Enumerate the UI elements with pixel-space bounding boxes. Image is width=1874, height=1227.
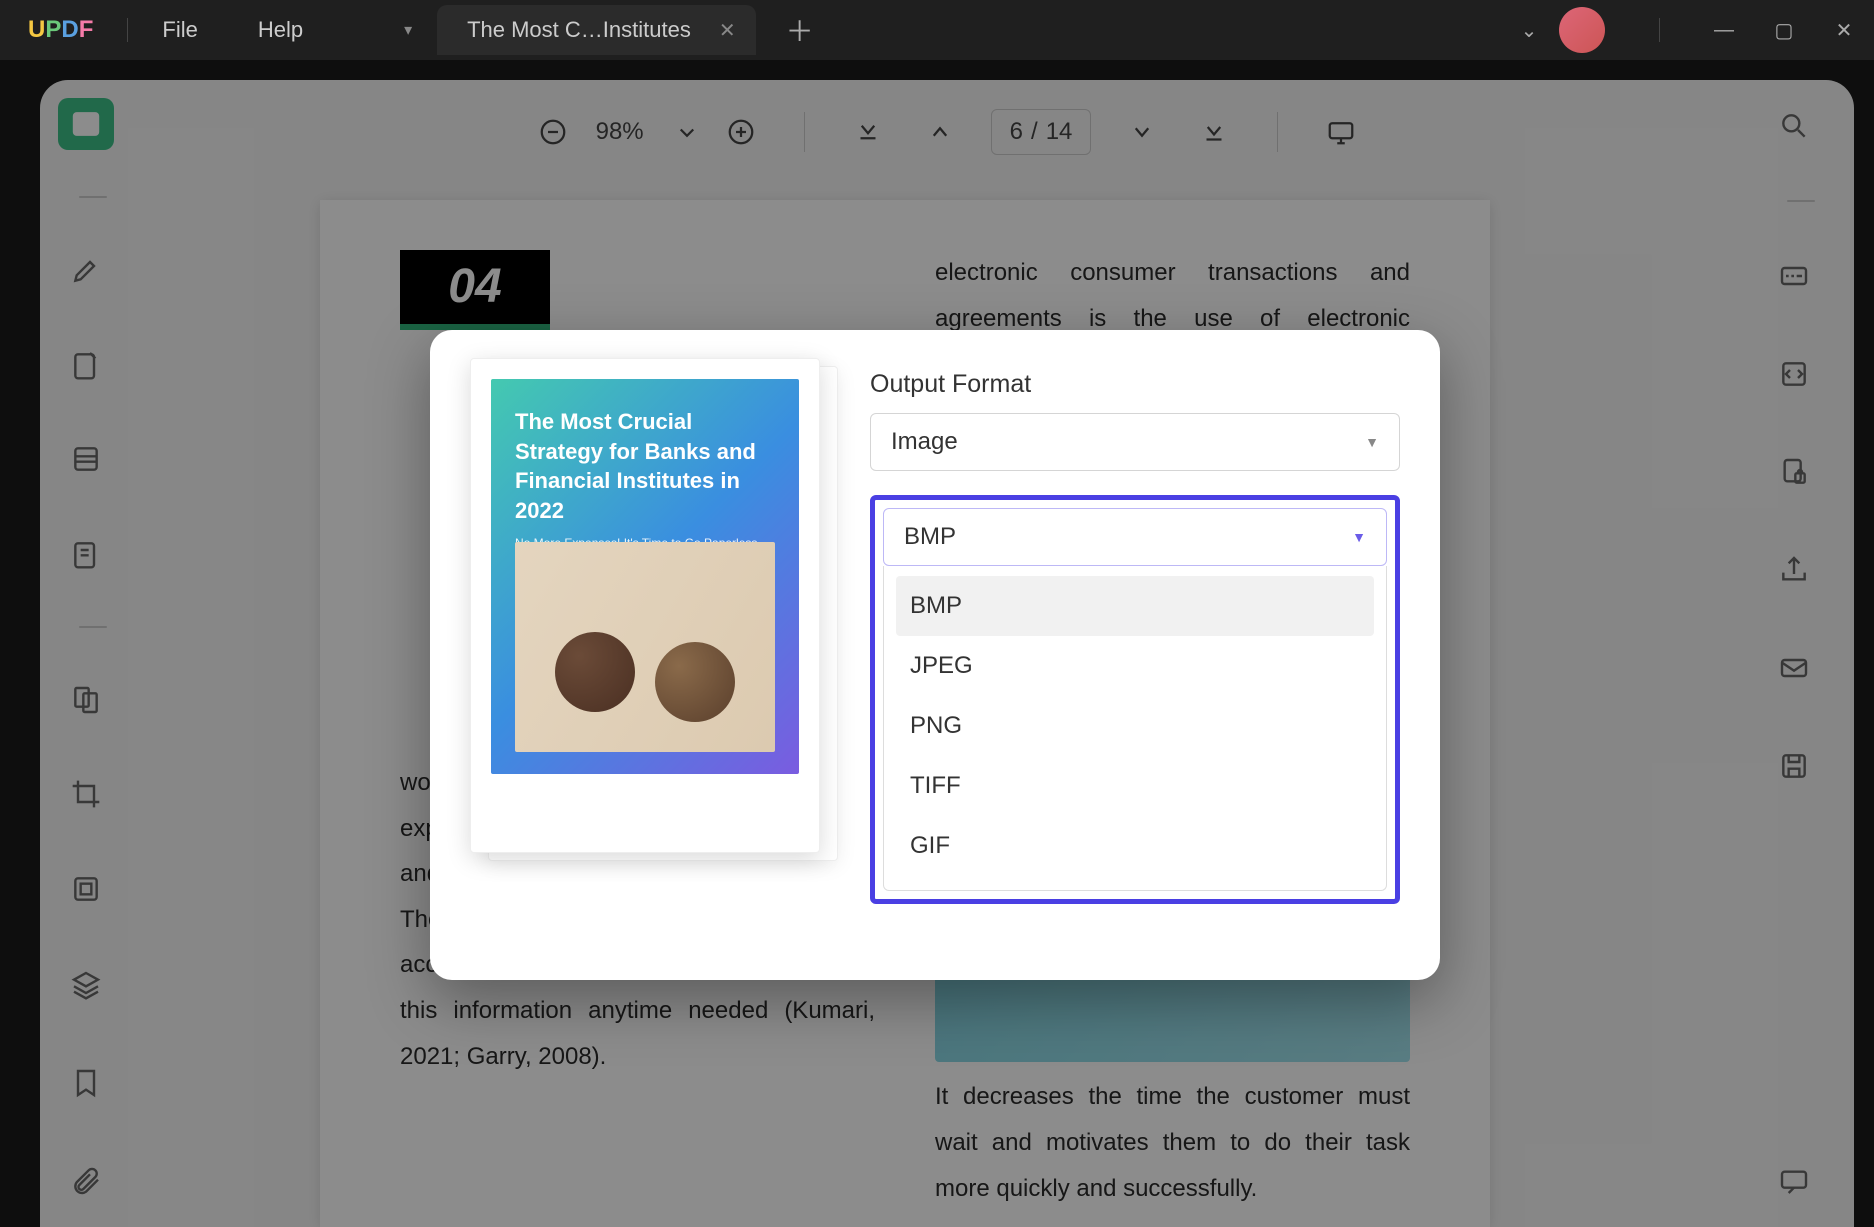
- image-type-dropdown: BMP JPEG PNG TIFF GIF: [883, 566, 1387, 891]
- option-jpeg[interactable]: JPEG: [896, 636, 1374, 696]
- window-minimize-button[interactable]: —: [1694, 10, 1754, 50]
- tool-annotate[interactable]: [58, 339, 114, 391]
- image-type-value: BMP: [904, 523, 956, 551]
- protect-icon[interactable]: [1766, 444, 1822, 500]
- separator: [79, 626, 107, 628]
- page-indicator[interactable]: 6 / 14: [991, 109, 1092, 155]
- image-type-select[interactable]: BMP ▼: [883, 508, 1387, 566]
- user-avatar[interactable]: [1559, 7, 1605, 53]
- menu-file[interactable]: File: [162, 17, 197, 43]
- document-tab[interactable]: The Most C…Institutes ✕: [437, 5, 756, 55]
- search-icon[interactable]: [1766, 98, 1822, 154]
- separator: [79, 196, 107, 198]
- page-sep: /: [1031, 118, 1038, 146]
- share-icon[interactable]: [1766, 542, 1822, 598]
- save-icon[interactable]: [1766, 738, 1822, 794]
- convert-icon[interactable]: [1766, 346, 1822, 402]
- tool-compress-icon[interactable]: [58, 863, 114, 915]
- tool-bookmark-icon[interactable]: [58, 1055, 114, 1111]
- tool-reader[interactable]: [58, 98, 114, 150]
- tab-list-dropdown[interactable]: ▾: [393, 10, 423, 50]
- prev-page-button[interactable]: [919, 111, 961, 153]
- tool-highlight[interactable]: [58, 244, 114, 296]
- separator: [1787, 200, 1815, 202]
- zoom-value: 98%: [596, 118, 644, 146]
- option-bmp[interactable]: BMP: [896, 576, 1374, 636]
- tool-layers-icon[interactable]: [58, 957, 114, 1013]
- page-current: 6: [1010, 118, 1023, 146]
- first-page-button[interactable]: [847, 111, 889, 153]
- zoom-in-button[interactable]: [720, 111, 762, 153]
- divider: [804, 112, 805, 152]
- option-png[interactable]: PNG: [896, 696, 1374, 756]
- presentation-icon[interactable]: [1320, 111, 1362, 153]
- comments-icon[interactable]: [1766, 1153, 1822, 1209]
- divider: [1277, 112, 1278, 152]
- caret-down-icon: ▼: [1352, 529, 1366, 545]
- output-format-label: Output Format: [870, 370, 1400, 399]
- export-dialog: The Most Crucial Strategy for Banks and …: [430, 330, 1440, 980]
- section-number: 04: [400, 250, 550, 330]
- tool-attachment-icon[interactable]: [58, 1153, 114, 1209]
- highlight-box: BMP ▼ BMP JPEG PNG TIFF GIF: [870, 495, 1400, 904]
- tool-page-view[interactable]: [58, 433, 114, 485]
- zoom-dropdown[interactable]: [666, 111, 708, 153]
- window-close-button[interactable]: ✕: [1814, 10, 1874, 50]
- cover-title: The Most Crucial Strategy for Banks and …: [515, 407, 775, 526]
- tool-organize-icon[interactable]: [58, 674, 114, 726]
- output-format-value: Image: [891, 428, 958, 456]
- cover-photo: [515, 542, 775, 752]
- tool-form[interactable]: [58, 528, 114, 580]
- doc-text: It decreases the time the customer must …: [935, 1074, 1410, 1211]
- export-preview: The Most Crucial Strategy for Banks and …: [470, 370, 830, 870]
- chevron-down-icon[interactable]: ⌄: [1499, 10, 1559, 50]
- mail-icon[interactable]: [1766, 640, 1822, 696]
- new-tab-button[interactable]: ＋: [786, 10, 814, 50]
- tab-close-icon[interactable]: ✕: [719, 18, 736, 43]
- tool-crop-icon[interactable]: [58, 768, 114, 820]
- output-format-select[interactable]: Image ▼: [870, 413, 1400, 471]
- option-tiff[interactable]: TIFF: [896, 756, 1374, 816]
- last-page-button[interactable]: [1193, 111, 1235, 153]
- ocr-icon[interactable]: [1766, 248, 1822, 304]
- tab-title: The Most C…Institutes: [467, 17, 691, 43]
- next-page-button[interactable]: [1121, 111, 1163, 153]
- caret-down-icon: ▼: [1365, 434, 1379, 450]
- zoom-out-button[interactable]: [532, 111, 574, 153]
- divider: [127, 18, 128, 42]
- app-logo: UPDF: [28, 16, 93, 44]
- window-maximize-button[interactable]: ▢: [1754, 10, 1814, 50]
- option-gif[interactable]: GIF: [896, 816, 1374, 876]
- divider: [1659, 18, 1660, 42]
- menu-help[interactable]: Help: [258, 17, 303, 43]
- page-total: 14: [1046, 118, 1073, 146]
